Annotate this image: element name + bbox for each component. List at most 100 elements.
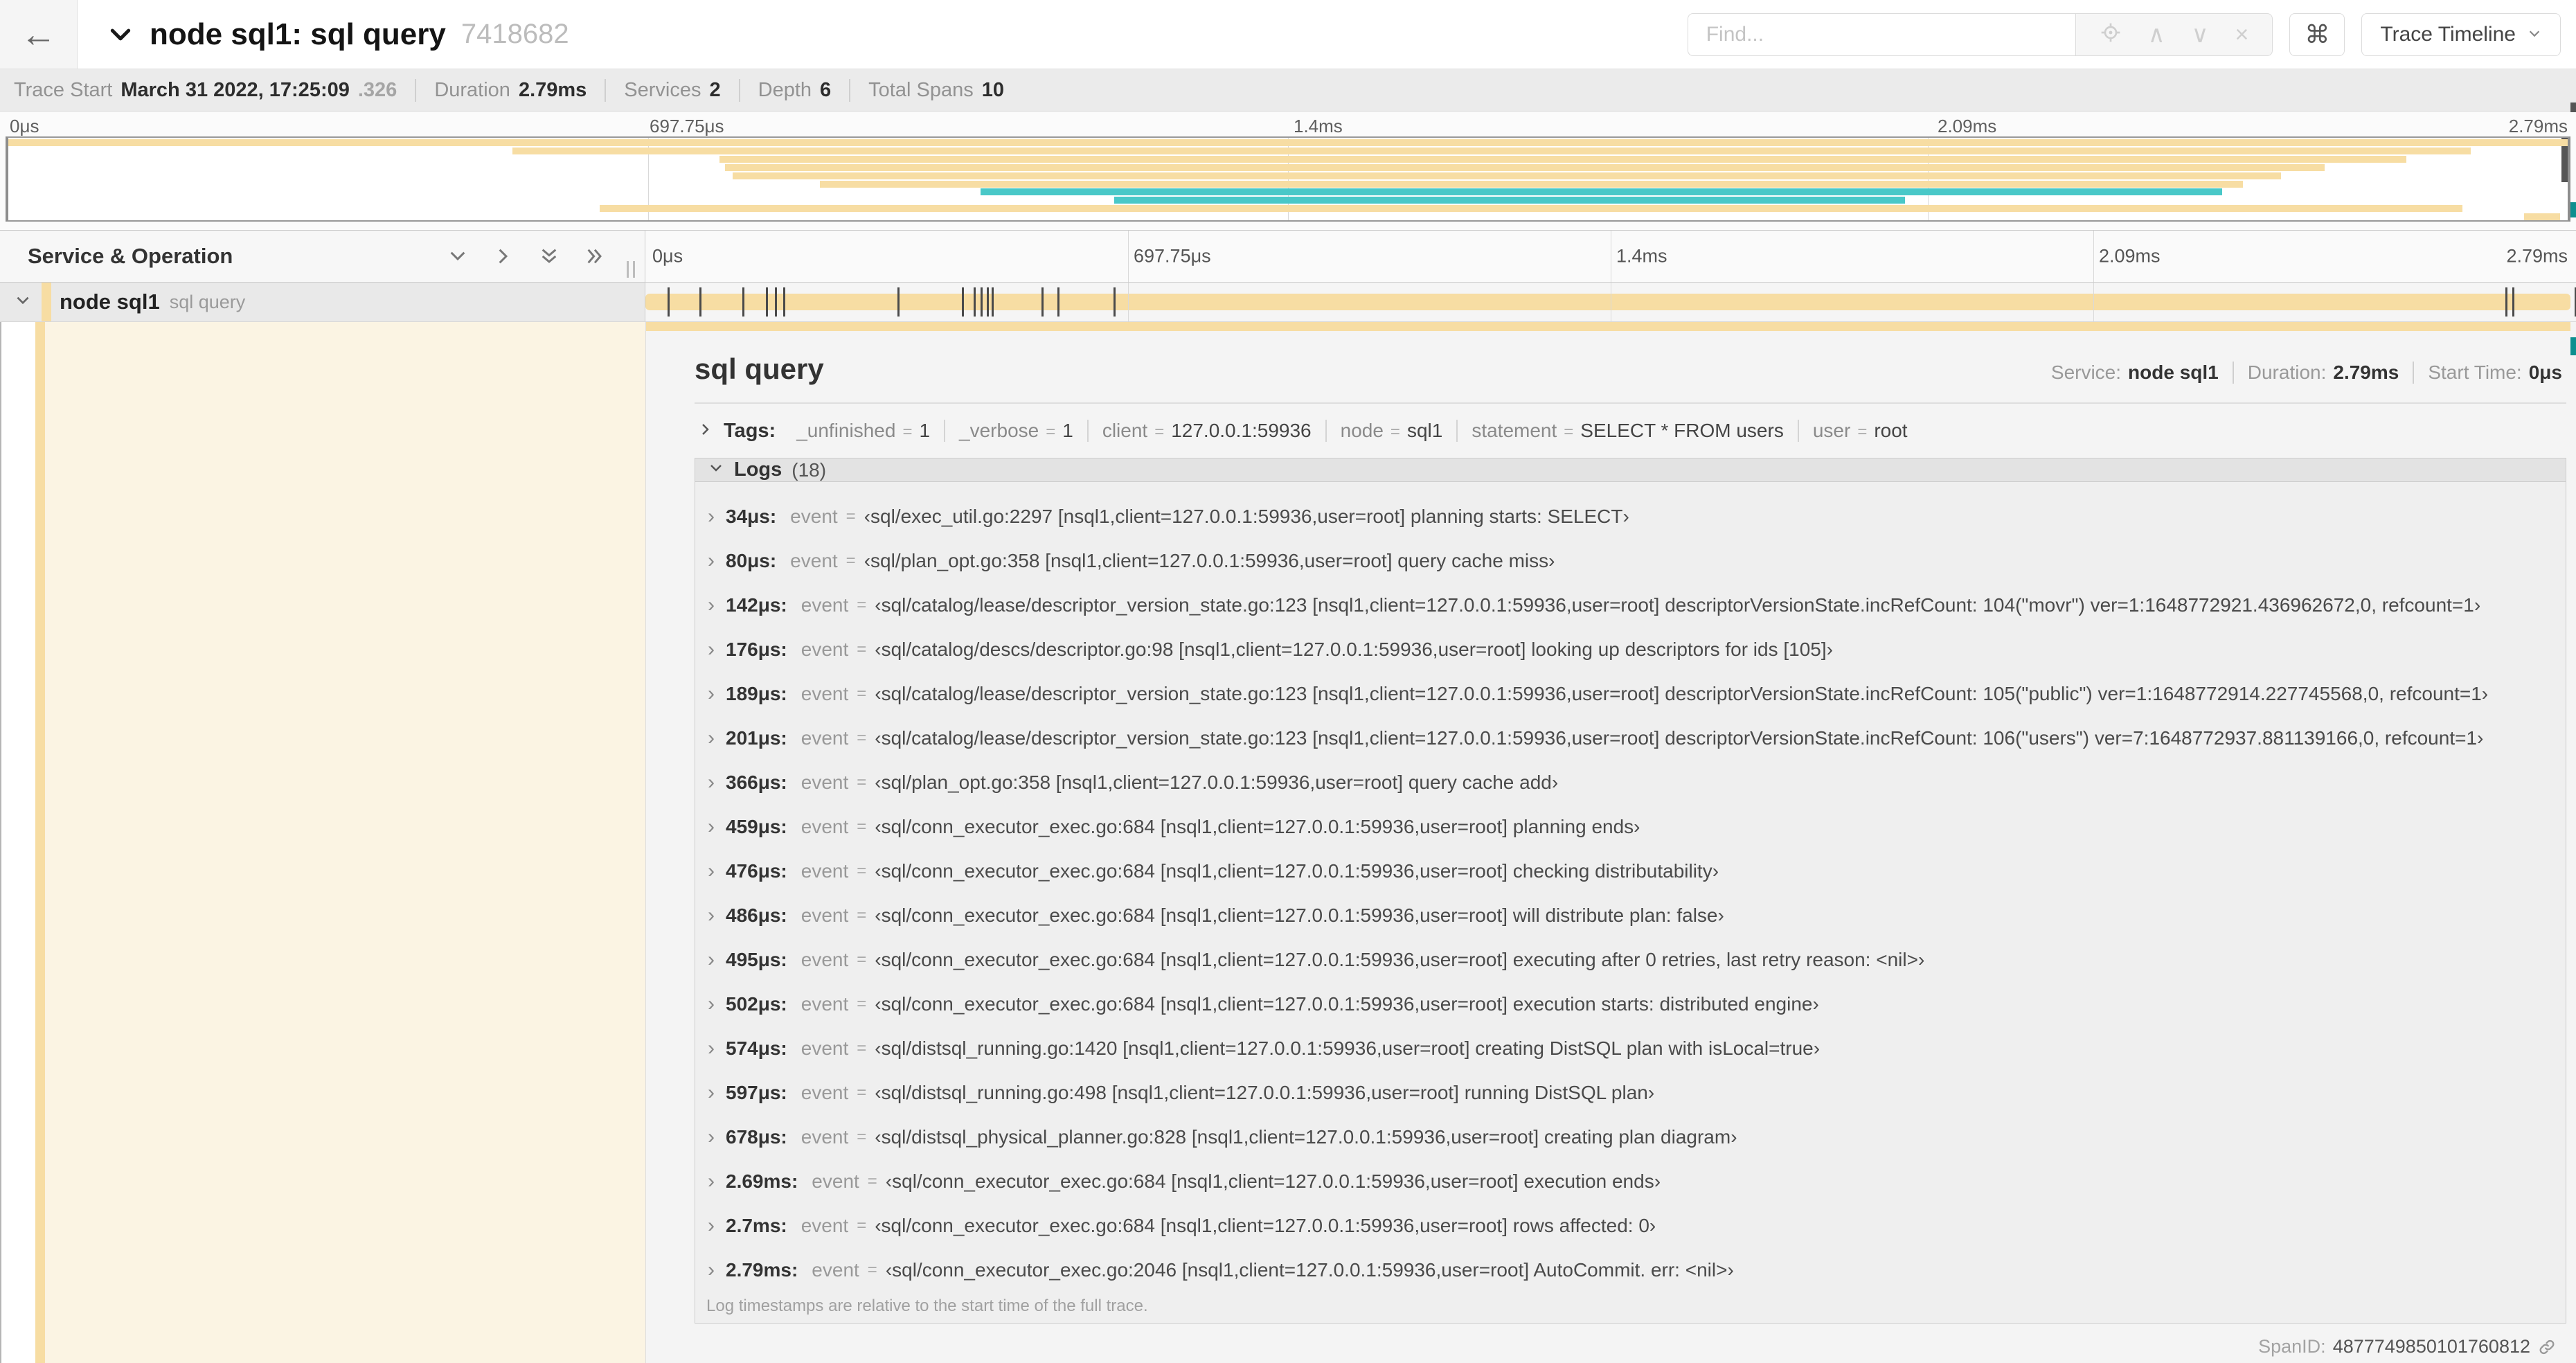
span-meta-item: Start Time: 0μs: [2413, 362, 2566, 384]
span-row[interactable]: node sql1 sql query: [0, 283, 2576, 322]
log-row[interactable]: › 2.7ms: event = ‹sql/conn_executor_exec…: [702, 1204, 2566, 1248]
log-row[interactable]: › 189μs: event = ‹sql/catalog/lease/desc…: [702, 672, 2566, 716]
timeline-gridline: [2093, 231, 2094, 282]
column-resizer[interactable]: [624, 261, 639, 278]
logs-count: (18): [791, 458, 827, 481]
expand-one-icon[interactable]: [492, 245, 515, 267]
meta-value: 2.79ms: [2333, 362, 2399, 383]
log-row[interactable]: › 476μs: event = ‹sql/conn_executor_exec…: [702, 849, 2566, 893]
log-timestamp: 459μs:: [726, 816, 787, 837]
expand-all-icon[interactable]: [584, 245, 606, 267]
log-row[interactable]: › 80μs: event = ‹sql/plan_opt.go:358 [ns…: [702, 539, 2566, 583]
log-timestamp: 201μs:: [726, 727, 787, 749]
log-field-key: event: [790, 550, 838, 571]
log-expand-icon: ›: [708, 727, 715, 749]
tag-equals: =: [1857, 422, 1868, 441]
log-row[interactable]: › 2.69ms: event = ‹sql/conn_executor_exe…: [702, 1159, 2566, 1204]
log-timestamp: 574μs:: [726, 1037, 787, 1059]
command-icon: ⌘: [2305, 19, 2330, 48]
log-equals: =: [857, 1128, 867, 1146]
detail-header: sql query Service: node sql1 Duration: 2…: [695, 322, 2566, 386]
log-timestamp: 34μs:: [726, 506, 777, 527]
log-row[interactable]: › 366μs: event = ‹sql/plan_opt.go:358 [n…: [702, 760, 2566, 805]
log-field-key: event: [800, 683, 849, 704]
keyboard-shortcuts-button[interactable]: ⌘: [2289, 12, 2345, 56]
ruler-tick-label: 1.4ms: [1294, 116, 1343, 136]
collapse-controls: [447, 245, 645, 267]
collapse-one-icon[interactable]: [447, 245, 469, 267]
trace-collapse-icon[interactable]: [107, 21, 134, 48]
log-row[interactable]: › 201μs: event = ‹sql/catalog/lease/desc…: [702, 716, 2566, 760]
log-row[interactable]: › 459μs: event = ‹sql/conn_executor_exec…: [702, 805, 2566, 849]
ruler-tick-label: 2.09ms: [2099, 245, 2161, 267]
window-edge-fragment: [2570, 337, 2576, 355]
minimap-span-bar: [719, 155, 2407, 163]
back-arrow-icon: ←: [20, 14, 57, 55]
span-detail-panel: sql query Service: node sql1 Duration: 2…: [645, 322, 2576, 1363]
log-field-value: ‹sql/distsql_physical_planner.go:828 [ns…: [875, 1126, 1737, 1148]
log-equals: =: [857, 684, 867, 703]
log-tick-mark: [742, 287, 744, 317]
log-tick-mark: [699, 287, 701, 317]
log-row[interactable]: › 574μs: event = ‹sql/distsql_running.go…: [702, 1026, 2566, 1071]
log-field-key: event: [800, 816, 849, 837]
span-collapse-icon[interactable]: [14, 292, 32, 313]
timeline-gridline: [1128, 231, 1129, 282]
log-row[interactable]: › 502μs: event = ‹sql/conn_executor_exec…: [702, 982, 2566, 1026]
tag-value: 1: [1062, 420, 1073, 441]
minimap-ruler: 0μs 697.75μs 1.4ms 2.09ms 2.79ms: [0, 112, 2576, 136]
span-detail-title: sql query: [695, 353, 824, 385]
log-field-value: ‹sql/conn_executor_exec.go:684 [nsql1,cl…: [875, 816, 1640, 837]
next-match-icon[interactable]: ∨: [2192, 23, 2209, 46]
ruler-tick-label: 2.79ms: [2508, 116, 2568, 136]
span-duration-bar[interactable]: [645, 294, 2570, 310]
log-field-key: event: [790, 506, 838, 527]
match-scroll-icon[interactable]: [2100, 21, 2122, 48]
log-field-key: event: [800, 594, 849, 616]
log-field-key: event: [800, 639, 849, 660]
deep-link-icon[interactable]: [2537, 1337, 2557, 1357]
log-expand-icon: ›: [708, 904, 715, 927]
log-expand-icon: ›: [708, 859, 715, 882]
window-edge-fragment: [2570, 202, 2576, 217]
log-expand-icon: ›: [708, 1081, 715, 1104]
log-equals: =: [857, 950, 867, 969]
meta-label: Service:: [2050, 362, 2122, 383]
log-row[interactable]: › 142μs: event = ‹sql/catalog/lease/desc…: [702, 583, 2566, 627]
tag-equals: =: [1564, 422, 1574, 441]
collapse-all-icon[interactable]: [538, 245, 560, 267]
tag-equals: =: [902, 422, 913, 441]
find-group: ∧ ∨ ×: [1687, 12, 2273, 56]
log-timestamp: 2.7ms:: [726, 1215, 787, 1236]
log-tick-mark: [980, 287, 983, 317]
log-row[interactable]: › 176μs: event = ‹sql/catalog/descs/desc…: [702, 627, 2566, 672]
stat-value: 10: [981, 78, 1004, 101]
detail-left-gutter: [0, 322, 35, 1363]
log-expand-icon: ›: [708, 549, 715, 572]
span-timeline-cell[interactable]: [645, 283, 2576, 321]
log-field-key: event: [800, 1082, 849, 1103]
minimap-canvas[interactable]: [6, 136, 2570, 222]
log-field-value: ‹sql/conn_executor_exec.go:684 [nsql1,cl…: [875, 905, 1724, 926]
trace-view-selector[interactable]: Trace Timeline: [2361, 12, 2561, 56]
back-button[interactable]: ←: [0, 0, 78, 69]
log-row[interactable]: › 495μs: event = ‹sql/conn_executor_exec…: [702, 938, 2566, 982]
prev-match-icon[interactable]: ∧: [2148, 23, 2165, 46]
log-expand-icon: ›: [708, 771, 715, 794]
log-field-value: ‹sql/plan_opt.go:358 [nsql1,client=127.0…: [875, 772, 1559, 793]
log-row[interactable]: › 678μs: event = ‹sql/distsql_physical_p…: [702, 1115, 2566, 1159]
log-row[interactable]: › 597μs: event = ‹sql/distsql_running.go…: [702, 1071, 2566, 1115]
span-name-cell[interactable]: node sql1 sql query: [0, 283, 645, 321]
clear-find-icon[interactable]: ×: [2235, 23, 2249, 46]
tag-value: root: [1874, 420, 1908, 441]
log-timestamp: 2.69ms:: [726, 1170, 798, 1192]
tag-value: 127.0.0.1:59936: [1171, 420, 1312, 441]
find-input[interactable]: [1687, 12, 2075, 56]
timeline-gridline: [2093, 283, 2094, 321]
log-row[interactable]: › 34μs: event = ‹sql/exec_util.go:2297 […: [702, 495, 2566, 539]
logs-header[interactable]: Logs (18): [695, 458, 2566, 482]
log-row[interactable]: › 2.79ms: event = ‹sql/conn_executor_exe…: [702, 1248, 2566, 1292]
logs-collapse-icon: [708, 460, 724, 480]
log-row[interactable]: › 486μs: event = ‹sql/conn_executor_exec…: [702, 893, 2566, 938]
tags-row[interactable]: Tags: _unfinished = 1 _verbose = 1 clien…: [695, 415, 2566, 447]
